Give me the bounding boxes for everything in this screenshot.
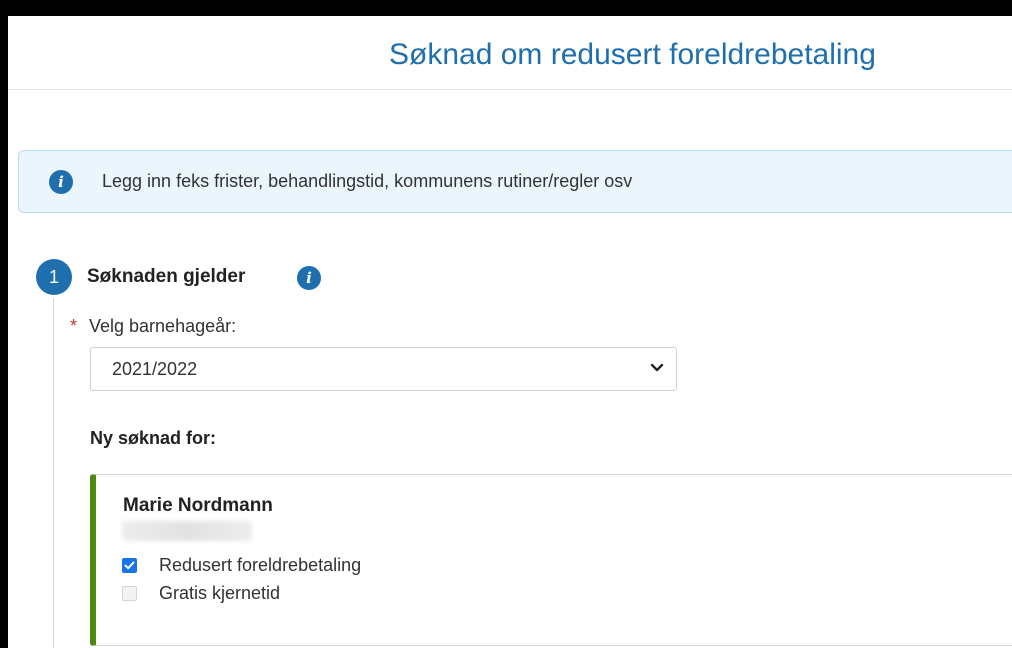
child-name: Marie Nordmann [123,495,273,516]
page-frame: Søknad om redusert foreldrebetaling i Le… [8,16,1012,648]
step-connector-line [53,298,54,648]
step-number-badge: 1 [36,259,72,295]
free-core-time-label: Gratis kjernetid [159,583,281,603]
redacted-child-info [122,521,252,541]
step-title: Søknaden gjelder [87,266,246,287]
new-application-heading: Ny søknad for: [90,428,217,448]
chevron-down-icon [650,363,664,372]
child-card: Marie Nordmann Redusert foreldrebetaling… [90,474,1012,646]
reduced-payment-checkbox[interactable] [122,558,137,573]
step-info-icon[interactable]: i [297,266,321,290]
info-banner: i Legg inn feks frister, behandlingstid,… [18,150,1012,213]
info-icon: i [49,170,73,194]
page-header: Søknad om redusert foreldrebetaling [8,16,1012,90]
reduced-payment-label: Redusert foreldrebetaling [159,555,362,575]
free-core-time-checkbox[interactable] [122,586,137,601]
year-select-value: 2021/2022 [112,359,198,379]
year-select[interactable]: 2021/2022 [90,347,677,391]
info-banner-text: Legg inn feks frister, behandlingstid, k… [102,171,633,191]
page-title: Søknad om redusert foreldrebetaling [389,38,876,71]
checkmark-icon [124,561,135,570]
year-select-label: Velg barnehageår: [89,316,237,336]
required-marker: * [70,316,78,336]
